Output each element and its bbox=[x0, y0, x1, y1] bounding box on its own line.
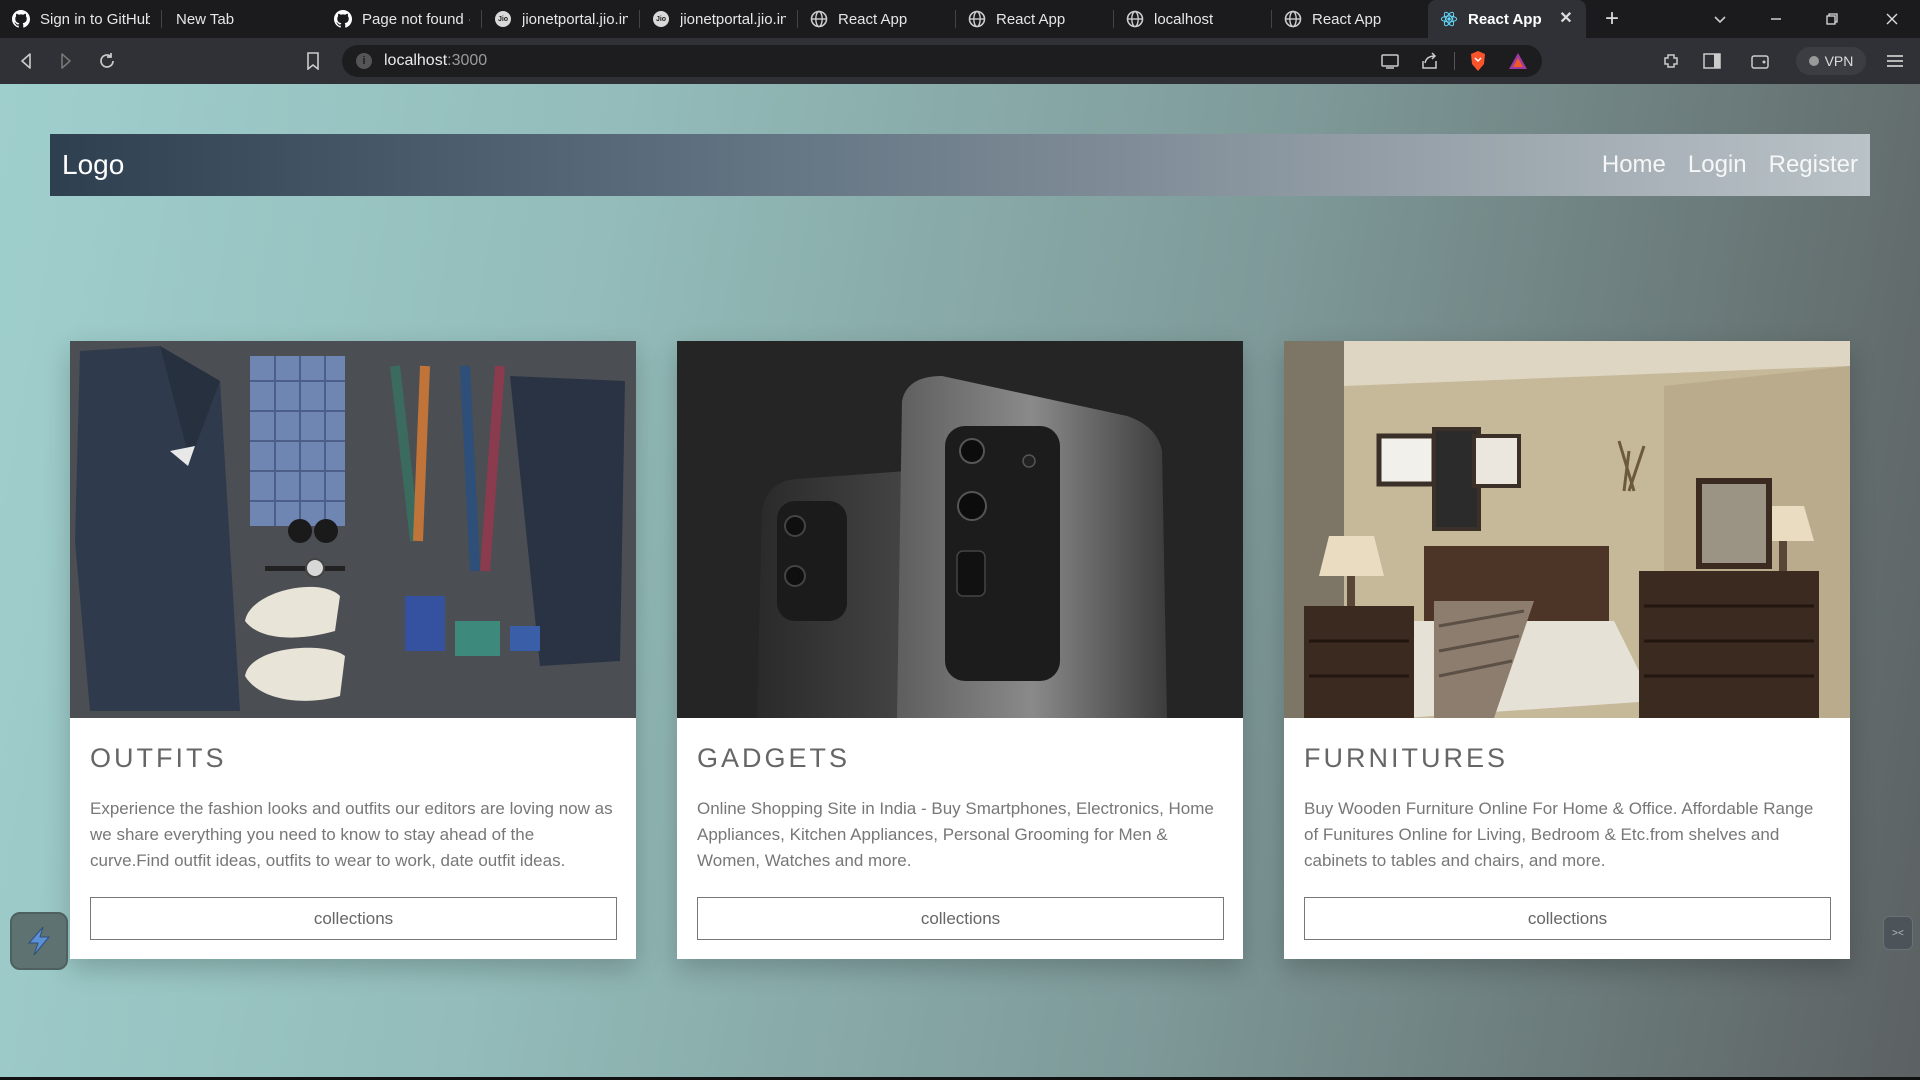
card-description: Online Shopping Site in India - Buy Smar… bbox=[697, 799, 1214, 870]
nav-login-link[interactable]: Login bbox=[1688, 151, 1747, 179]
close-window-button[interactable] bbox=[1866, 0, 1918, 38]
tab-label: Sign in to GitHub bbox=[40, 10, 150, 28]
close-tab-icon[interactable]: ✕ bbox=[1556, 9, 1576, 29]
tab-label: React App bbox=[1468, 10, 1542, 28]
wallet-icon[interactable] bbox=[1748, 49, 1772, 73]
tab-new-tab[interactable]: New Tab bbox=[162, 0, 322, 38]
card-description: Experience the fashion looks and outfits… bbox=[90, 799, 613, 870]
globe-icon bbox=[1126, 10, 1144, 28]
new-tab-button[interactable]: + bbox=[1586, 0, 1638, 38]
tab-label: React App bbox=[838, 10, 908, 28]
page-viewport: Logo Home Login Register OUTFITS Experie… bbox=[0, 84, 1920, 1077]
gadgets-image bbox=[677, 341, 1243, 718]
nav-links: Home Login Register bbox=[1602, 151, 1858, 179]
tab-label: jionetportal.jio.in bbox=[680, 10, 786, 28]
tab-react-app-3[interactable]: React App bbox=[1272, 0, 1428, 38]
site-navbar: Logo Home Login Register bbox=[50, 134, 1870, 196]
forward-icon[interactable] bbox=[54, 49, 78, 73]
tab-github-signin[interactable]: Sign in to GitHub bbox=[0, 0, 162, 38]
nav-register-link[interactable]: Register bbox=[1769, 151, 1858, 179]
nav-home-link[interactable]: Home bbox=[1602, 151, 1666, 179]
extension-bolt-icon[interactable] bbox=[10, 912, 68, 970]
tab-label: localhost bbox=[1154, 10, 1214, 28]
url-host: localhost bbox=[384, 52, 448, 69]
vpn-status-icon bbox=[1808, 56, 1819, 66]
site-logo[interactable]: Logo bbox=[62, 149, 124, 181]
menu-icon[interactable] bbox=[1883, 49, 1907, 73]
tab-localhost[interactable]: localhost bbox=[1114, 0, 1272, 38]
cast-icon[interactable] bbox=[1378, 49, 1402, 73]
vpn-label: VPN bbox=[1824, 53, 1854, 69]
share-icon[interactable] bbox=[1418, 49, 1442, 73]
side-panel-handle-icon[interactable]: >< bbox=[1883, 916, 1913, 950]
tab-label: Page not found · bbox=[362, 10, 470, 28]
toolbar-divider bbox=[1454, 52, 1455, 70]
card-furnitures: FURNITURES Buy Wooden Furniture Online F… bbox=[1284, 341, 1850, 959]
tab-label: jionetportal.jio.in bbox=[522, 10, 628, 28]
browser-toolbar: i localhost:3000 VPN bbox=[0, 38, 1920, 84]
outfits-image bbox=[70, 341, 636, 718]
tab-jionetportal-1[interactable]: Jio jionetportal.jio.in bbox=[482, 0, 640, 38]
tab-page-not-found[interactable]: Page not found · bbox=[322, 0, 482, 38]
brave-rewards-icon[interactable] bbox=[1506, 49, 1530, 73]
url-text: localhost:3000 bbox=[384, 52, 487, 70]
back-icon[interactable] bbox=[14, 49, 38, 73]
jio-icon: Jio bbox=[652, 10, 670, 28]
restore-button[interactable] bbox=[1806, 0, 1858, 38]
react-icon bbox=[1440, 10, 1458, 28]
bookmark-icon[interactable] bbox=[301, 49, 325, 73]
card-gadgets: GADGETS Online Shopping Site in India - … bbox=[677, 341, 1243, 959]
minimize-button[interactable] bbox=[1750, 0, 1802, 38]
globe-icon bbox=[968, 10, 986, 28]
tab-react-app-active[interactable]: React App ✕ bbox=[1428, 0, 1586, 38]
tab-label: New Tab bbox=[176, 10, 235, 28]
url-port: :3000 bbox=[447, 52, 488, 69]
extensions-icon[interactable] bbox=[1659, 49, 1683, 73]
tab-label: React App bbox=[1312, 10, 1382, 28]
tab-jionetportal-2[interactable]: Jio jionetportal.jio.in bbox=[640, 0, 798, 38]
site-info-icon[interactable]: i bbox=[356, 53, 372, 69]
collections-button[interactable]: collections bbox=[697, 897, 1224, 940]
furnitures-image bbox=[1284, 341, 1850, 718]
tab-label: React App bbox=[996, 10, 1066, 28]
tab-list-chevron-icon[interactable] bbox=[1694, 0, 1746, 38]
card-title: OUTFITS bbox=[90, 743, 227, 773]
card-description: Buy Wooden Furniture Online For Home & O… bbox=[1304, 799, 1814, 870]
collections-button[interactable]: collections bbox=[90, 897, 617, 940]
card-outfits: OUTFITS Experience the fashion looks and… bbox=[70, 341, 636, 959]
sidebar-toggle-icon[interactable] bbox=[1700, 49, 1724, 73]
reload-icon[interactable] bbox=[95, 49, 119, 73]
github-icon bbox=[334, 10, 352, 28]
github-icon bbox=[12, 10, 30, 28]
globe-icon bbox=[1284, 10, 1302, 28]
card-title: GADGETS bbox=[697, 743, 851, 773]
tab-react-app-1[interactable]: React App bbox=[798, 0, 956, 38]
tab-react-app-2[interactable]: React App bbox=[956, 0, 1114, 38]
brave-shields-icon[interactable] bbox=[1466, 49, 1490, 73]
jio-icon: Jio bbox=[494, 10, 512, 28]
address-bar[interactable]: i localhost:3000 bbox=[342, 45, 1542, 77]
collections-button[interactable]: collections bbox=[1304, 897, 1831, 940]
globe-icon bbox=[810, 10, 828, 28]
vpn-button[interactable]: VPN bbox=[1796, 47, 1866, 75]
browser-tab-bar: Sign in to GitHub New Tab Page not found… bbox=[0, 0, 1920, 38]
card-title: FURNITURES bbox=[1304, 743, 1508, 773]
